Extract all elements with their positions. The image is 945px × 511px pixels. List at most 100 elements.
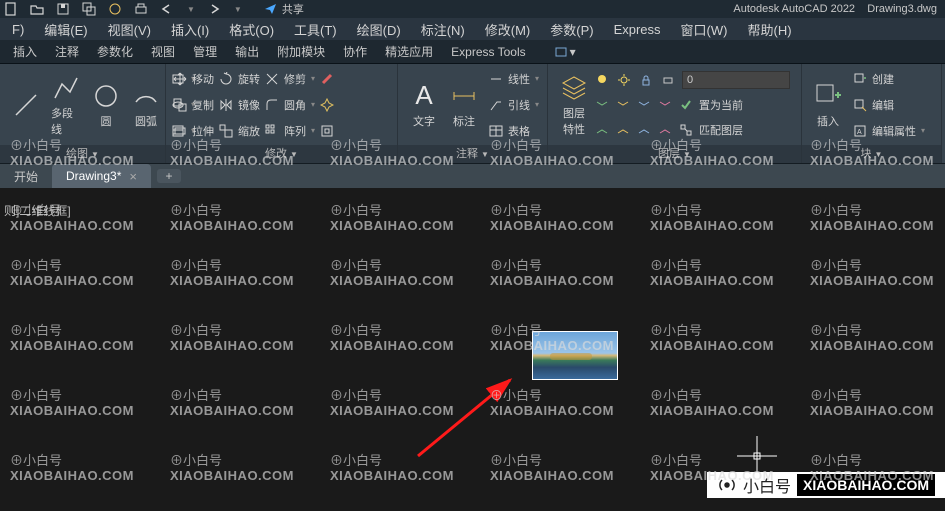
set-current-button[interactable]: 置为当前 bbox=[699, 97, 743, 113]
menu-dim[interactable]: 标注(N) bbox=[411, 20, 475, 39]
text-button[interactable]: A文字 bbox=[404, 79, 444, 131]
stretch-button[interactable]: 拉伸 bbox=[172, 120, 214, 142]
new-icon[interactable] bbox=[4, 2, 18, 16]
menu-edit[interactable]: 编辑(E) bbox=[34, 20, 97, 39]
circle-button[interactable]: 圆 bbox=[86, 79, 126, 131]
arc-button[interactable]: 圆弧 bbox=[126, 79, 166, 131]
erase-icon[interactable] bbox=[319, 71, 335, 87]
web-icon[interactable] bbox=[108, 2, 122, 16]
layer-transparency-field[interactable] bbox=[682, 71, 790, 89]
rotate-icon bbox=[218, 71, 234, 87]
file-tab-start[interactable]: 开始 bbox=[0, 164, 52, 188]
tab-view[interactable]: 视图 bbox=[142, 40, 184, 63]
block-insert-button[interactable]: 插入 bbox=[808, 79, 848, 131]
undo-icon[interactable] bbox=[160, 2, 174, 16]
save-icon[interactable] bbox=[56, 2, 70, 16]
block-edit-button[interactable]: 编辑 bbox=[852, 94, 925, 116]
layer-tool-6[interactable] bbox=[615, 122, 631, 138]
plot-icon[interactable] bbox=[660, 72, 676, 88]
panel-draw-title[interactable]: 绘图▼ bbox=[0, 145, 165, 163]
redo-dropdown[interactable]: ▼ bbox=[234, 5, 242, 14]
layer-props-button[interactable]: 图层 特性 bbox=[554, 71, 594, 139]
scale-icon bbox=[218, 123, 234, 139]
open-icon[interactable] bbox=[30, 2, 44, 16]
move-button[interactable]: 移动 bbox=[172, 68, 214, 90]
menu-insert[interactable]: 插入(I) bbox=[161, 20, 219, 39]
menu-help[interactable]: 帮助(H) bbox=[737, 20, 801, 39]
redo-icon[interactable] bbox=[207, 2, 221, 16]
layers-icon bbox=[559, 73, 589, 103]
leader-button[interactable]: 引线▾ bbox=[488, 94, 539, 116]
tab-collab[interactable]: 协作 bbox=[334, 40, 376, 63]
mirror-button[interactable]: 镜像 bbox=[218, 94, 260, 116]
layer-tool-2[interactable] bbox=[615, 97, 631, 113]
menu-format[interactable]: 格式(O) bbox=[219, 20, 284, 39]
offset-icon[interactable] bbox=[319, 123, 335, 139]
inserted-image[interactable] bbox=[532, 331, 618, 380]
table-icon bbox=[488, 123, 504, 139]
menu-draw[interactable]: 绘图(D) bbox=[347, 20, 411, 39]
tab-output[interactable]: 输出 bbox=[226, 40, 268, 63]
menu-window[interactable]: 窗口(W) bbox=[671, 20, 738, 39]
tab-manage[interactable]: 管理 bbox=[184, 40, 226, 63]
copy-button[interactable]: 复制 bbox=[172, 94, 214, 116]
panel-layer-title[interactable]: 图层▼ bbox=[548, 145, 801, 163]
fillet-button[interactable]: 圆角▾ bbox=[264, 94, 315, 116]
menu-tools[interactable]: 工具(T) bbox=[284, 20, 347, 39]
drawing-canvas[interactable]: 则]二维线框] bbox=[0, 188, 945, 511]
trim-button[interactable]: 修剪▾ bbox=[264, 68, 315, 90]
ribbon: 多段线 圆 圆弧 ▾ ▾ ▾ 绘图▼ 移动 复制 拉伸 旋转 镜像 缩放 bbox=[0, 64, 945, 164]
panel-annot: A文字 标注 线性▾ 引线▾ 表格 注释▼ bbox=[398, 64, 548, 163]
close-icon[interactable]: × bbox=[129, 169, 137, 184]
bulb-icon[interactable] bbox=[594, 72, 610, 88]
tab-param[interactable]: 参数化 bbox=[88, 40, 142, 63]
badge-en: XIAOBAIHAO.COM bbox=[797, 474, 935, 496]
tab-express[interactable]: Express Tools bbox=[442, 40, 534, 63]
layer-tool-5[interactable] bbox=[594, 122, 610, 138]
menu-param[interactable]: 参数(P) bbox=[540, 20, 603, 39]
linear-button[interactable]: 线性▾ bbox=[488, 68, 539, 90]
block-create-button[interactable]: 创建 bbox=[852, 68, 925, 90]
layer-tool-3[interactable] bbox=[636, 97, 652, 113]
layer-tool-1[interactable] bbox=[594, 97, 610, 113]
polyline-button[interactable]: 多段线 bbox=[46, 71, 86, 139]
share-button[interactable]: 共享 bbox=[264, 1, 304, 17]
lock-icon[interactable] bbox=[638, 72, 654, 88]
panel-annot-title[interactable]: 注释▼ bbox=[398, 145, 547, 163]
match-layer-button[interactable]: 匹配图层 bbox=[699, 122, 743, 138]
tab-addons[interactable]: 附加模块 bbox=[268, 40, 334, 63]
rotate-button[interactable]: 旋转 bbox=[218, 68, 260, 90]
tab-featured[interactable]: 精选应用 bbox=[376, 40, 442, 63]
array-button[interactable]: 阵列▾ bbox=[264, 120, 315, 142]
menu-view[interactable]: 视图(V) bbox=[98, 20, 161, 39]
layer-tool-4[interactable] bbox=[657, 97, 673, 113]
panel-block-title[interactable]: 块▼ bbox=[802, 145, 941, 163]
cursor-crosshair bbox=[737, 436, 777, 476]
layer-tool-8[interactable] bbox=[657, 122, 673, 138]
dim-button[interactable]: 标注 bbox=[444, 79, 484, 131]
undo-dropdown[interactable]: ▼ bbox=[187, 5, 195, 14]
panel-modify-title[interactable]: 修改▼ bbox=[166, 145, 397, 163]
table-button[interactable]: 表格 bbox=[488, 120, 539, 142]
saveas-icon[interactable] bbox=[82, 2, 96, 16]
sun-icon[interactable] bbox=[616, 72, 632, 88]
line-button[interactable] bbox=[6, 88, 46, 122]
tab-insert[interactable]: 插入 bbox=[4, 40, 46, 63]
app-name: Autodesk AutoCAD 2022 bbox=[733, 3, 855, 15]
menu-file[interactable]: F) bbox=[2, 22, 34, 37]
add-tab-button[interactable]: + bbox=[157, 169, 181, 183]
file-tab-active[interactable]: Drawing3* × bbox=[52, 164, 151, 188]
tab-annotate[interactable]: 注释 bbox=[46, 40, 88, 63]
block-editattr-button[interactable]: A编辑属性▾ bbox=[852, 120, 925, 142]
menu-modify[interactable]: 修改(M) bbox=[475, 20, 541, 39]
copy-icon bbox=[172, 97, 188, 113]
scale-button[interactable]: 缩放 bbox=[218, 120, 260, 142]
file-tab-bar: 开始 Drawing3* × + bbox=[0, 164, 945, 188]
layer-tool-7[interactable] bbox=[636, 122, 652, 138]
print-icon[interactable] bbox=[134, 2, 148, 16]
broadcast-icon bbox=[717, 475, 737, 495]
menu-express[interactable]: Express bbox=[604, 22, 671, 37]
tab-box-icon[interactable]: ▾ bbox=[543, 40, 585, 63]
explode-icon[interactable] bbox=[319, 97, 335, 113]
set-current-icon bbox=[678, 97, 694, 113]
